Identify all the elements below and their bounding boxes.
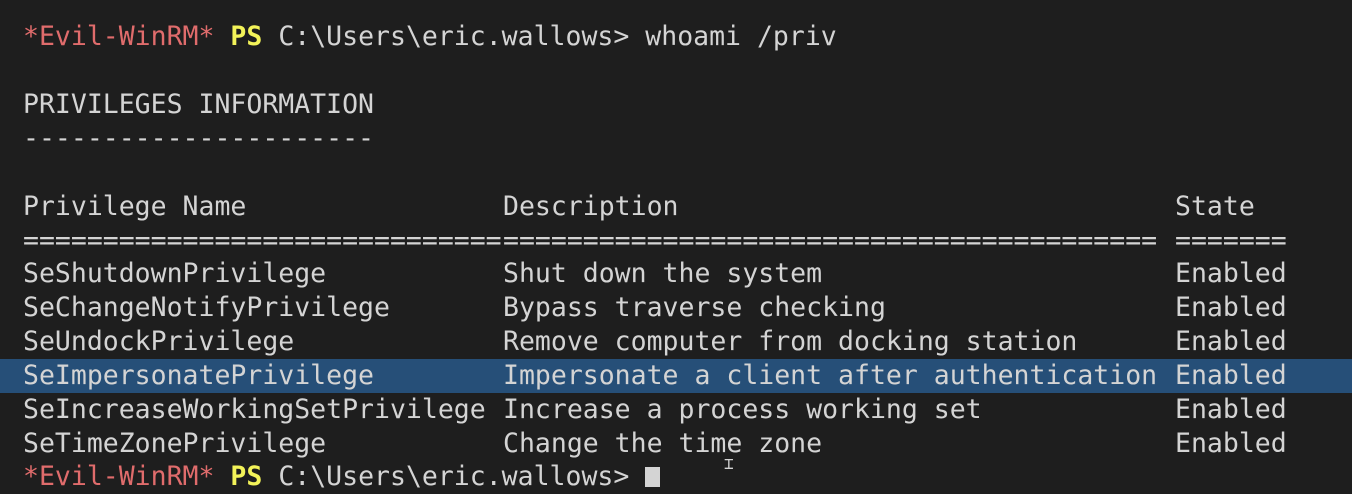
privilege-state: Enabled (1175, 428, 1287, 459)
privilege-name: SeChangeNotifyPrivilege (23, 292, 390, 323)
privilege-state: Enabled (1175, 326, 1287, 357)
privilege-description: Bypass traverse checking (503, 292, 886, 323)
header-state: State (1175, 191, 1255, 222)
terminal-window[interactable]: *Evil-WinRM* PS C:\Users\eric.wallows> w… (0, 0, 1352, 492)
privilege-name: SeUndockPrivilege (23, 326, 295, 357)
privilege-name: SeShutdownPrivilege (23, 258, 327, 289)
privilege-name: SeIncreaseWorkingSetPrivilege (23, 394, 486, 425)
table-header: Privilege Name Description State (0, 190, 1352, 224)
table-row[interactable]: SeTimeZonePrivilege Change the time zone… (0, 427, 1352, 461)
privilege-state: Enabled (1175, 292, 1287, 323)
prompt-path: C:\Users\eric.wallows> (278, 461, 630, 492)
prompt-line-current[interactable]: *Evil-WinRM* PS C:\Users\eric.wallows> (23, 460, 661, 494)
privilege-name: SeTimeZonePrivilege (23, 428, 327, 459)
privilege-description: Change the time zone (503, 428, 823, 459)
privilege-description: Increase a process working set (503, 394, 982, 425)
text-cursor-ibeam-icon: ⌶ (724, 454, 734, 473)
evil-winrm-tag: *Evil-WinRM* (23, 21, 215, 52)
text-cursor (645, 467, 661, 487)
prompt-path: C:\Users\eric.wallows> (278, 21, 630, 52)
privilege-state: Enabled (1175, 360, 1287, 391)
privilege-name: SeImpersonatePrivilege (23, 360, 374, 391)
ps-tag: PS (230, 21, 263, 52)
evil-winrm-tag: *Evil-WinRM* (23, 461, 215, 492)
privilege-description: Remove computer from docking station (503, 326, 1078, 357)
command-text: whoami /priv (645, 21, 837, 52)
table-row[interactable]: SeChangeNotifyPrivilege Bypass traverse … (0, 291, 1352, 325)
privilege-state: Enabled (1175, 394, 1287, 425)
table-row[interactable]: SeShutdownPrivilege Shut down the system… (0, 257, 1352, 291)
table-separator: ============================== =========… (0, 224, 1352, 258)
header-description: Description (503, 191, 679, 222)
privilege-state: Enabled (1175, 258, 1287, 289)
section-underline: ---------------------- (23, 123, 374, 154)
separator-description: ========================================… (503, 225, 1158, 256)
prompt-line: *Evil-WinRM* PS C:\Users\eric.wallows> w… (23, 20, 837, 54)
table-row[interactable]: SeIncreaseWorkingSetPrivilege Increase a… (0, 393, 1352, 427)
separator-state: ======= (1175, 225, 1287, 256)
separator-privilege-name: ============================== (23, 225, 502, 256)
table-row[interactable]: SeUndockPrivilege Remove computer from d… (0, 325, 1352, 359)
table-row-selected[interactable]: SeImpersonatePrivilege Impersonate a cli… (0, 359, 1352, 393)
privilege-description: Shut down the system (503, 258, 823, 289)
privilege-description: Impersonate a client after authenticatio… (503, 360, 1158, 391)
ps-tag: PS (230, 461, 263, 492)
section-title: PRIVILEGES INFORMATION (23, 89, 374, 120)
header-privilege-name: Privilege Name (23, 191, 247, 222)
